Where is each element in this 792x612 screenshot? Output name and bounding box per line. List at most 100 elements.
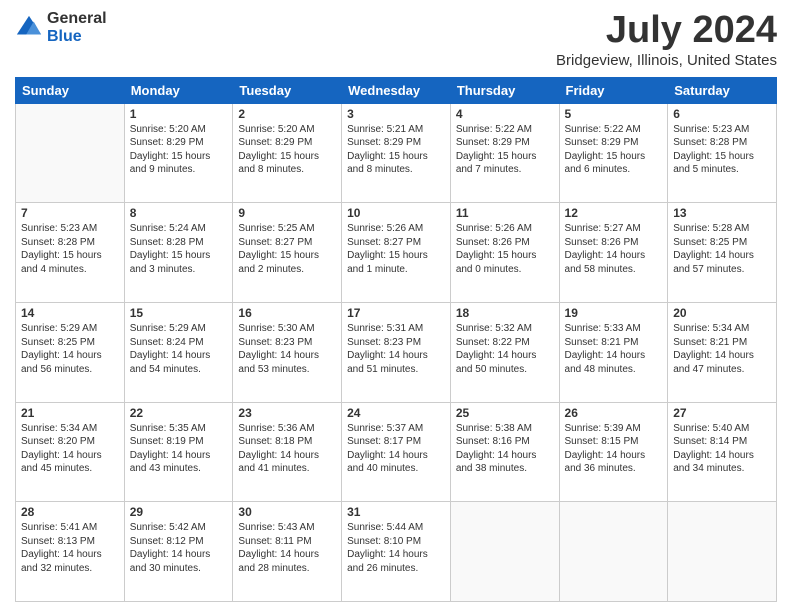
day-info: Sunrise: 5:28 AMSunset: 8:25 PMDaylight:… <box>673 222 771 276</box>
day-info: Sunrise: 5:24 AMSunset: 8:28 PMDaylight:… <box>130 222 228 276</box>
subtitle: Bridgeview, Illinois, United States <box>556 52 777 69</box>
table-row <box>668 502 777 602</box>
day-info: Sunrise: 5:33 AMSunset: 8:21 PMDaylight:… <box>565 322 663 376</box>
day-number: 9 <box>238 206 336 220</box>
table-row: 21Sunrise: 5:34 AMSunset: 8:20 PMDayligh… <box>16 402 125 502</box>
day-info: Sunrise: 5:21 AMSunset: 8:29 PMDaylight:… <box>347 123 445 177</box>
table-row: 20Sunrise: 5:34 AMSunset: 8:21 PMDayligh… <box>668 303 777 403</box>
col-friday: Friday <box>559 77 668 103</box>
calendar-week-2: 14 Sunrise: 5:29 AMSunset: 8:25 PMDayligh… <box>16 303 777 403</box>
table-row: 29Sunrise: 5:42 AMSunset: 8:12 PMDayligh… <box>124 502 233 602</box>
day-number: 26 <box>565 406 663 420</box>
day-info: Sunrise: 5:44 AMSunset: 8:10 PMDaylight:… <box>347 521 445 575</box>
day-number: 8 <box>130 206 228 220</box>
day-info: Sunrise: 5:23 AMSunset: 8:28 PMDaylight:… <box>673 123 771 177</box>
header-row: Sunday Monday Tuesday Wednesday Thursday… <box>16 77 777 103</box>
col-monday: Monday <box>124 77 233 103</box>
table-row <box>16 103 125 203</box>
table-row: 16 Sunrise: 5:30 AMSunset: 8:23 PMDayligh… <box>233 303 342 403</box>
logo-icon <box>15 14 43 42</box>
day-info: Sunrise: 5:22 AMSunset: 8:29 PMDaylight:… <box>565 123 663 177</box>
table-row: 12 Sunrise: 5:27 AMSunset: 8:26 PMDayligh… <box>559 203 668 303</box>
day-info: Sunrise: 5:38 AMSunset: 8:16 PMDaylight:… <box>456 422 554 476</box>
day-number: 7 <box>21 206 119 220</box>
day-info: Sunrise: 5:26 AMSunset: 8:27 PMDaylight:… <box>347 222 445 276</box>
day-number: 24 <box>347 406 445 420</box>
logo-text: General Blue <box>47 10 107 45</box>
table-row <box>559 502 668 602</box>
table-row: 31 Sunrise: 5:44 AMSunset: 8:10 PMDayligh… <box>342 502 451 602</box>
day-info: Sunrise: 5:37 AMSunset: 8:17 PMDaylight:… <box>347 422 445 476</box>
day-number: 27 <box>673 406 771 420</box>
day-info: Sunrise: 5:20 AMSunset: 8:29 PMDaylight:… <box>130 123 228 177</box>
day-info: Sunrise: 5:31 AMSunset: 8:23 PMDaylight:… <box>347 322 445 376</box>
table-row: 4Sunrise: 5:22 AMSunset: 8:29 PMDaylight… <box>450 103 559 203</box>
calendar-week-0: 1 Sunrise: 5:20 AMSunset: 8:29 PMDaylight… <box>16 103 777 203</box>
day-info: Sunrise: 5:22 AMSunset: 8:29 PMDaylight:… <box>456 123 554 177</box>
day-number: 23 <box>238 406 336 420</box>
col-tuesday: Tuesday <box>233 77 342 103</box>
day-number: 17 <box>347 306 445 320</box>
day-number: 30 <box>238 505 336 519</box>
calendar-body: 1 Sunrise: 5:20 AMSunset: 8:29 PMDaylight… <box>16 103 777 601</box>
day-info: Sunrise: 5:29 AMSunset: 8:24 PMDaylight:… <box>130 322 228 376</box>
day-info: Sunrise: 5:39 AMSunset: 8:15 PMDaylight:… <box>565 422 663 476</box>
table-row: 2 Sunrise: 5:20 AMSunset: 8:29 PMDaylight… <box>233 103 342 203</box>
table-row: 18Sunrise: 5:32 AMSunset: 8:22 PMDayligh… <box>450 303 559 403</box>
table-row: 10 Sunrise: 5:26 AMSunset: 8:27 PMDayligh… <box>342 203 451 303</box>
day-info: Sunrise: 5:36 AMSunset: 8:18 PMDaylight:… <box>238 422 336 476</box>
header: General Blue July 2024 Bridgeview, Illin… <box>15 10 777 69</box>
table-row: 17 Sunrise: 5:31 AMSunset: 8:23 PMDayligh… <box>342 303 451 403</box>
day-info: Sunrise: 5:30 AMSunset: 8:23 PMDaylight:… <box>238 322 336 376</box>
table-row: 19 Sunrise: 5:33 AMSunset: 8:21 PMDayligh… <box>559 303 668 403</box>
day-number: 12 <box>565 206 663 220</box>
day-info: Sunrise: 5:29 AMSunset: 8:25 PMDaylight:… <box>21 322 119 376</box>
day-number: 5 <box>565 107 663 121</box>
logo-general-text: General <box>47 10 107 28</box>
table-row: 23 Sunrise: 5:36 AMSunset: 8:18 PMDayligh… <box>233 402 342 502</box>
table-row: 24 Sunrise: 5:37 AMSunset: 8:17 PMDayligh… <box>342 402 451 502</box>
table-row: 13 Sunrise: 5:28 AMSunset: 8:25 PMDayligh… <box>668 203 777 303</box>
day-info: Sunrise: 5:25 AMSunset: 8:27 PMDaylight:… <box>238 222 336 276</box>
day-number: 6 <box>673 107 771 121</box>
day-number: 31 <box>347 505 445 519</box>
table-row: 15 Sunrise: 5:29 AMSunset: 8:24 PMDayligh… <box>124 303 233 403</box>
calendar-header: Sunday Monday Tuesday Wednesday Thursday… <box>16 77 777 103</box>
day-info: Sunrise: 5:43 AMSunset: 8:11 PMDaylight:… <box>238 521 336 575</box>
day-number: 28 <box>21 505 119 519</box>
day-info: Sunrise: 5:34 AMSunset: 8:20 PMDaylight:… <box>21 422 119 476</box>
day-info: Sunrise: 5:35 AMSunset: 8:19 PMDaylight:… <box>130 422 228 476</box>
day-info: Sunrise: 5:23 AMSunset: 8:28 PMDaylight:… <box>21 222 119 276</box>
day-info: Sunrise: 5:27 AMSunset: 8:26 PMDaylight:… <box>565 222 663 276</box>
day-number: 10 <box>347 206 445 220</box>
day-info: Sunrise: 5:40 AMSunset: 8:14 PMDaylight:… <box>673 422 771 476</box>
col-saturday: Saturday <box>668 77 777 103</box>
day-number: 15 <box>130 306 228 320</box>
day-info: Sunrise: 5:20 AMSunset: 8:29 PMDaylight:… <box>238 123 336 177</box>
table-row: 6 Sunrise: 5:23 AMSunset: 8:28 PMDaylight… <box>668 103 777 203</box>
table-row: 28Sunrise: 5:41 AMSunset: 8:13 PMDayligh… <box>16 502 125 602</box>
table-row: 14 Sunrise: 5:29 AMSunset: 8:25 PMDayligh… <box>16 303 125 403</box>
logo: General Blue <box>15 10 107 45</box>
day-number: 16 <box>238 306 336 320</box>
table-row: 3Sunrise: 5:21 AMSunset: 8:29 PMDaylight… <box>342 103 451 203</box>
day-number: 19 <box>565 306 663 320</box>
day-number: 11 <box>456 206 554 220</box>
day-info: Sunrise: 5:32 AMSunset: 8:22 PMDaylight:… <box>456 322 554 376</box>
day-number: 1 <box>130 107 228 121</box>
day-number: 29 <box>130 505 228 519</box>
table-row: 7 Sunrise: 5:23 AMSunset: 8:28 PMDaylight… <box>16 203 125 303</box>
table-row: 30 Sunrise: 5:43 AMSunset: 8:11 PMDayligh… <box>233 502 342 602</box>
day-number: 2 <box>238 107 336 121</box>
title-block: July 2024 Bridgeview, Illinois, United S… <box>556 10 777 69</box>
table-row: 1 Sunrise: 5:20 AMSunset: 8:29 PMDaylight… <box>124 103 233 203</box>
table-row: 25Sunrise: 5:38 AMSunset: 8:16 PMDayligh… <box>450 402 559 502</box>
day-number: 14 <box>21 306 119 320</box>
day-info: Sunrise: 5:34 AMSunset: 8:21 PMDaylight:… <box>673 322 771 376</box>
table-row: 5 Sunrise: 5:22 AMSunset: 8:29 PMDaylight… <box>559 103 668 203</box>
day-number: 22 <box>130 406 228 420</box>
day-number: 13 <box>673 206 771 220</box>
table-row: 27 Sunrise: 5:40 AMSunset: 8:14 PMDayligh… <box>668 402 777 502</box>
calendar-week-1: 7 Sunrise: 5:23 AMSunset: 8:28 PMDaylight… <box>16 203 777 303</box>
calendar-week-3: 21Sunrise: 5:34 AMSunset: 8:20 PMDayligh… <box>16 402 777 502</box>
